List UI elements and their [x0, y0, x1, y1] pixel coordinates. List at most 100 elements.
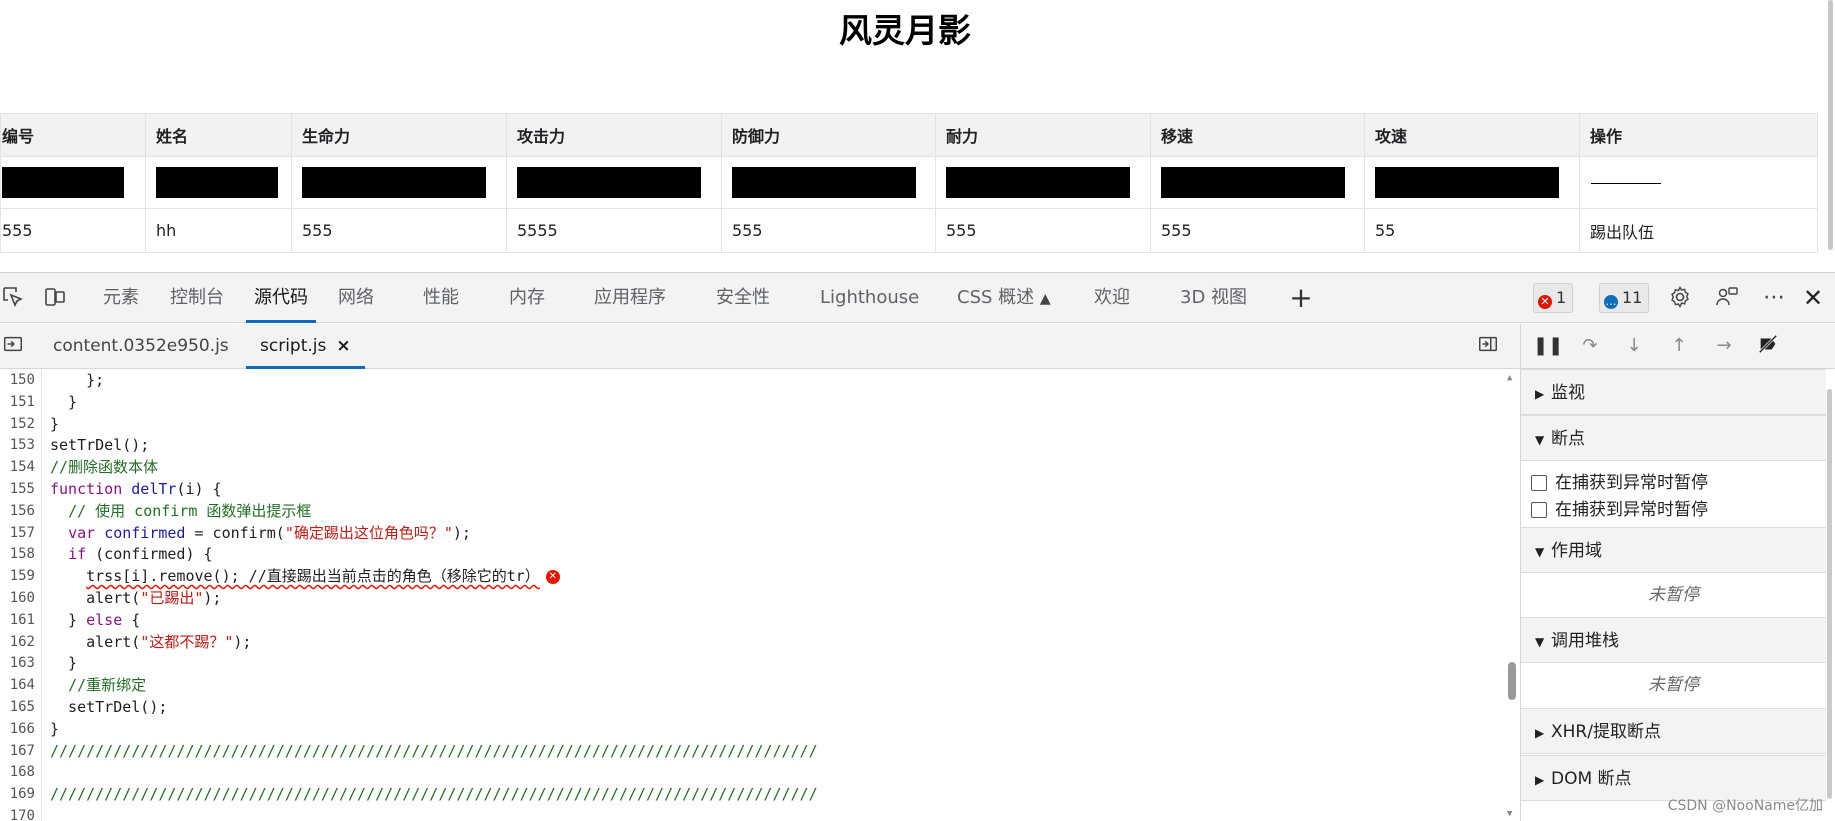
line-number[interactable]: 150 [0, 370, 41, 392]
tab-elements[interactable]: 元素 [103, 273, 139, 323]
code-line[interactable]: } [50, 414, 1500, 436]
tab-sources[interactable]: 源代码 [246, 273, 316, 323]
code-line[interactable]: if (confirmed) { [50, 544, 1500, 566]
line-number[interactable]: 152 [0, 414, 41, 436]
line-number[interactable]: 156 [0, 501, 41, 523]
file-tab-content-js[interactable]: content.0352e950.js [53, 324, 229, 369]
tab-3d-view[interactable]: 3D 视图 [1180, 273, 1247, 323]
step-over-icon[interactable]: ↷ [1577, 333, 1603, 359]
error-count-badge[interactable]: ✕ 1 [1533, 283, 1574, 313]
attack-input[interactable] [517, 167, 701, 198]
line-number[interactable]: 160 [0, 588, 41, 610]
code-line[interactable]: //删除函数本体 [50, 457, 1500, 479]
tab-css-overview[interactable]: CSS 概述 ▲ [957, 273, 1051, 323]
error-icon[interactable]: ✕ [545, 569, 560, 584]
line-number[interactable]: 151 [0, 392, 41, 414]
code-line[interactable]: }; [50, 370, 1500, 392]
line-number[interactable]: 158 [0, 544, 41, 566]
section-call-stack[interactable]: ▼ 调用堆栈 [1521, 617, 1826, 663]
line-number[interactable]: 153 [0, 435, 41, 457]
editor-scrollbar[interactable]: ▲ ▼ [1504, 370, 1520, 821]
tab-network[interactable]: 网络 [338, 273, 374, 323]
tab-lighthouse[interactable]: Lighthouse [820, 273, 919, 323]
code-line[interactable]: ////////////////////////////////////////… [50, 784, 1500, 806]
code-line[interactable]: var confirmed = confirm("确定踢出这位角色吗？"); [50, 523, 1500, 545]
device-toolbar-icon[interactable] [42, 285, 68, 311]
line-number[interactable]: 168 [0, 762, 41, 784]
code-editor[interactable]: 150 151 152 153 154 155 156 157 158 159 … [0, 370, 1520, 821]
step-out-icon[interactable]: ↑ [1666, 333, 1692, 359]
tab-memory[interactable]: 内存 [509, 273, 545, 323]
step-icon[interactable]: → [1711, 333, 1737, 359]
sidebar-scrollbar[interactable] [1825, 369, 1835, 821]
sidebar-scrollbar-thumb[interactable] [1827, 389, 1832, 799]
line-number[interactable]: 164 [0, 675, 41, 697]
line-number[interactable]: 154 [0, 457, 41, 479]
section-scope[interactable]: ▼ 作用域 [1521, 527, 1826, 573]
editor-scrollbar-thumb[interactable] [1508, 662, 1516, 700]
code-line[interactable]: } [50, 653, 1500, 675]
code-line[interactable]: alert("这都不踢？"); [50, 632, 1500, 654]
line-number[interactable]: 166 [0, 719, 41, 741]
code-line[interactable]: function delTr(i) { [50, 479, 1500, 501]
code-line[interactable]: trss[i].remove(); //直接踢出当前点击的角色（移除它的tr） ✕ [50, 566, 1500, 588]
attack-speed-input[interactable] [1375, 167, 1559, 198]
checkbox[interactable] [1531, 502, 1547, 518]
line-number[interactable]: 157 [0, 523, 41, 545]
feedback-icon[interactable] [1714, 285, 1740, 311]
tab-application[interactable]: 应用程序 [594, 273, 666, 323]
stamina-input[interactable] [946, 167, 1130, 198]
move-speed-input[interactable] [1161, 167, 1345, 198]
close-file-icon[interactable]: × [336, 336, 350, 356]
line-number[interactable]: 170 [0, 806, 41, 821]
more-icon[interactable]: ⋯ [1761, 285, 1787, 311]
line-number[interactable]: 163 [0, 653, 41, 675]
code-line[interactable]: } [50, 719, 1500, 741]
defense-input[interactable] [732, 167, 916, 198]
code-line[interactable] [50, 762, 1500, 784]
line-number[interactable]: 155 [0, 479, 41, 501]
page-scrollbar-thumb[interactable] [1828, 0, 1833, 250]
code-line[interactable]: setTrDel(); [50, 697, 1500, 719]
line-number[interactable]: 159 [0, 566, 41, 588]
line-number[interactable]: 165 [0, 697, 41, 719]
code-content[interactable]: }; }} setTrDel(); //删除函数本体 function delTr(i… [50, 370, 1500, 821]
tab-security[interactable]: 安全性 [716, 273, 770, 323]
section-breakpoints[interactable]: ▼ 断点 [1521, 415, 1826, 461]
code-line[interactable]: alert("已踢出"); [50, 588, 1500, 610]
id-input[interactable] [2, 167, 124, 198]
kick-out-link[interactable]: 踢出队伍 [1579, 208, 1818, 253]
code-line[interactable]: setTrDel(); [50, 435, 1500, 457]
pause-on-caught-exceptions-row[interactable]: 在捕获到异常时暂停 [1531, 497, 1708, 523]
toggle-debugger-icon[interactable] [1475, 333, 1501, 359]
pause-on-caught-exceptions-row[interactable]: 在捕获到异常时暂停 [1531, 470, 1708, 496]
scroll-down-arrow-icon[interactable]: ▼ [1507, 809, 1512, 819]
code-line[interactable] [50, 806, 1500, 821]
line-number[interactable]: 167 [0, 741, 41, 763]
line-number[interactable]: 161 [0, 610, 41, 632]
pause-icon[interactable]: ❚❚ [1533, 333, 1563, 359]
code-line[interactable]: // 使用 confirm 函数弹出提示框 [50, 501, 1500, 523]
code-line[interactable]: //重新绑定 [50, 675, 1500, 697]
tab-console[interactable]: 控制台 [170, 273, 224, 323]
section-xhr-breakpoints[interactable]: ▶ XHR/提取断点 [1521, 708, 1826, 754]
page-scrollbar[interactable] [1827, 0, 1835, 250]
toggle-navigator-icon[interactable] [0, 333, 26, 359]
code-line[interactable]: } [50, 392, 1500, 414]
name-input[interactable] [156, 167, 278, 198]
code-line[interactable]: } else { [50, 610, 1500, 632]
plus-icon[interactable]: + [1288, 284, 1314, 312]
step-into-icon[interactable]: ↓ [1621, 333, 1647, 359]
inspect-element-icon[interactable] [0, 285, 26, 311]
tab-welcome[interactable]: 欢迎 [1094, 273, 1130, 323]
code-line[interactable]: ////////////////////////////////////////… [50, 741, 1500, 763]
tab-performance[interactable]: 性能 [423, 273, 459, 323]
line-number[interactable]: 169 [0, 784, 41, 806]
hp-input[interactable] [302, 167, 486, 198]
gear-icon[interactable] [1667, 285, 1693, 311]
scroll-up-arrow-icon[interactable]: ▲ [1507, 373, 1512, 383]
section-watch[interactable]: ▶ 监视 [1521, 369, 1826, 415]
checkbox[interactable] [1531, 475, 1547, 491]
file-tab-script-js[interactable]: script.js × [246, 324, 365, 369]
close-icon[interactable]: ✕ [1800, 285, 1826, 311]
